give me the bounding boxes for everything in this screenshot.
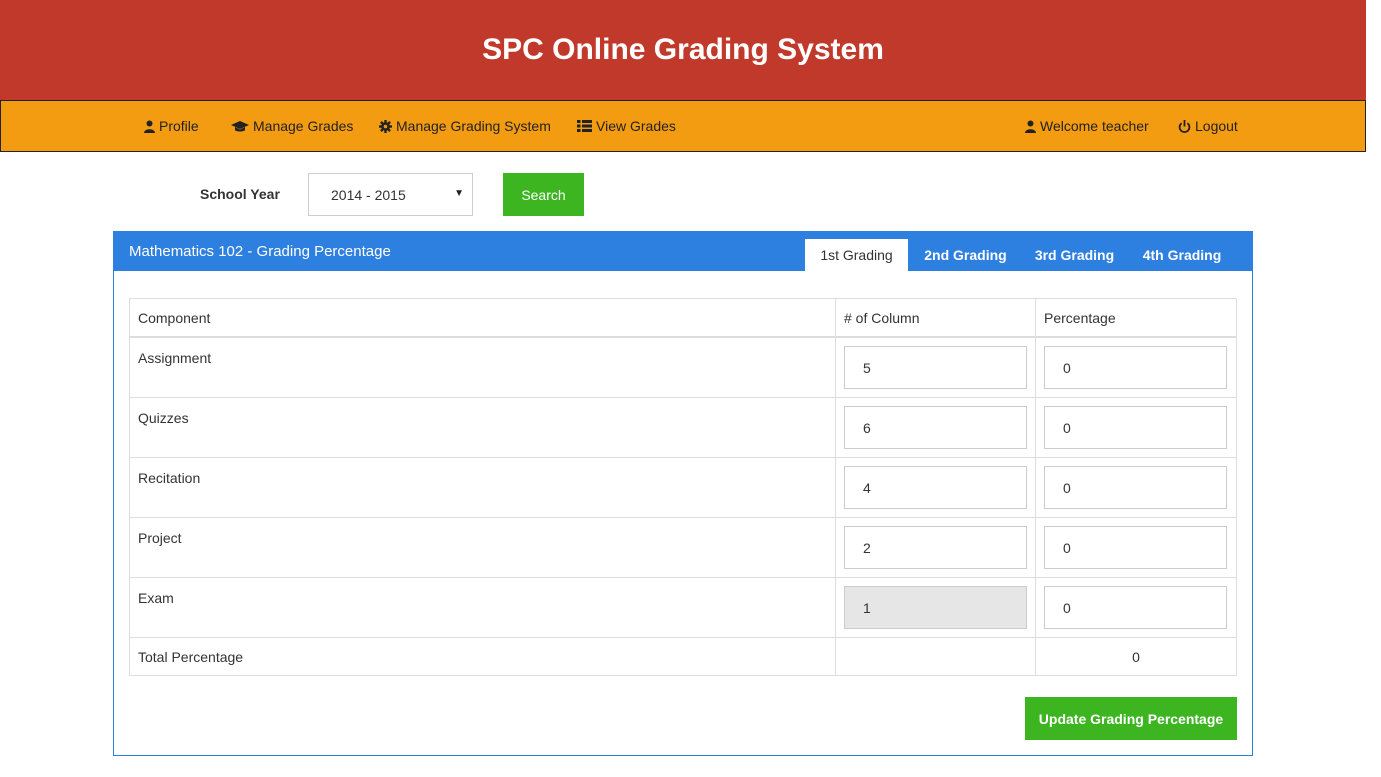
nav-view-grades[interactable]: View Grades (577, 101, 676, 151)
user-icon (144, 120, 155, 133)
top-navbar: Profile Manage Grades Manage Grading Sys… (0, 100, 1366, 152)
columns-input[interactable]: 6 (844, 406, 1027, 449)
nav-logout[interactable]: Logout (1178, 101, 1238, 151)
nav-view-grades-label: View Grades (596, 118, 676, 134)
nav-manage-grading-system-label: Manage Grading System (396, 118, 551, 134)
nav-profile-label: Profile (159, 118, 199, 134)
component-label: Recitation (129, 457, 836, 518)
columns-input-disabled: 1 (844, 586, 1027, 629)
table-row: Exam 1 0 (129, 577, 1237, 638)
tab-2nd-grading[interactable]: 2nd Grading (914, 239, 1017, 271)
search-button[interactable]: Search (503, 173, 584, 216)
percentage-input[interactable]: 0 (1044, 586, 1227, 629)
table-row: Project 2 0 (129, 517, 1237, 578)
grading-percentage-panel: Mathematics 102 - Grading Percentage 1st… (113, 231, 1253, 756)
column-header-component: Component (129, 298, 836, 338)
nav-logout-label: Logout (1195, 118, 1238, 134)
columns-input[interactable]: 5 (844, 346, 1027, 389)
columns-input[interactable]: 2 (844, 526, 1027, 569)
panel-title: Mathematics 102 - Grading Percentage (129, 243, 391, 260)
power-icon (1178, 119, 1191, 133)
component-label: Assignment (129, 336, 836, 398)
school-year-select[interactable]: 2014 - 2015 ▼ (308, 173, 473, 216)
tab-3rd-grading[interactable]: 3rd Grading (1023, 239, 1126, 271)
table-row: Assignment 5 0 (129, 336, 1237, 398)
grading-table: Component # of Column Percentage Assignm… (129, 298, 1237, 676)
total-label: Total Percentage (129, 637, 836, 676)
component-label: Project (129, 517, 836, 578)
column-header-percentage: Percentage (1035, 298, 1237, 338)
total-empty-cell (835, 637, 1036, 676)
percentage-input[interactable]: 0 (1044, 346, 1227, 389)
percentage-input[interactable]: 0 (1044, 406, 1227, 449)
nav-manage-grades-label: Manage Grades (253, 118, 354, 134)
caret-down-icon: ▼ (454, 188, 464, 199)
percentage-input[interactable]: 0 (1044, 526, 1227, 569)
update-grading-percentage-button[interactable]: Update Grading Percentage (1025, 697, 1237, 740)
tab-4th-grading[interactable]: 4th Grading (1132, 239, 1232, 271)
table-row: Quizzes 6 0 (129, 397, 1237, 458)
panel-heading: Mathematics 102 - Grading Percentage 1st… (114, 232, 1252, 271)
app-title: SPC Online Grading System (482, 33, 884, 66)
percentage-input[interactable]: 0 (1044, 466, 1227, 509)
school-year-value: 2014 - 2015 (331, 186, 406, 203)
nav-welcome-label: Welcome teacher (1040, 118, 1149, 134)
nav-manage-grading-system[interactable]: Manage Grading System (379, 101, 551, 151)
graduation-cap-icon (231, 120, 249, 131)
nav-manage-grades[interactable]: Manage Grades (231, 101, 353, 151)
total-value: 0 (1035, 637, 1237, 676)
user-icon (1025, 120, 1036, 133)
table-row: Recitation 4 0 (129, 457, 1237, 518)
nav-profile[interactable]: Profile (144, 101, 199, 151)
component-label: Exam (129, 577, 836, 638)
columns-input[interactable]: 4 (844, 466, 1027, 509)
app-header: SPC Online Grading System (0, 0, 1366, 100)
school-year-label: School Year (200, 186, 280, 202)
column-header-columns: # of Column (835, 298, 1036, 338)
tab-1st-grading[interactable]: 1st Grading (805, 239, 908, 271)
nav-welcome[interactable]: Welcome teacher (1025, 101, 1149, 151)
table-header-row: Component # of Column Percentage (129, 298, 1237, 338)
total-row: Total Percentage 0 (129, 637, 1237, 676)
gear-icon (379, 119, 392, 133)
component-label: Quizzes (129, 397, 836, 458)
list-icon (577, 120, 592, 132)
